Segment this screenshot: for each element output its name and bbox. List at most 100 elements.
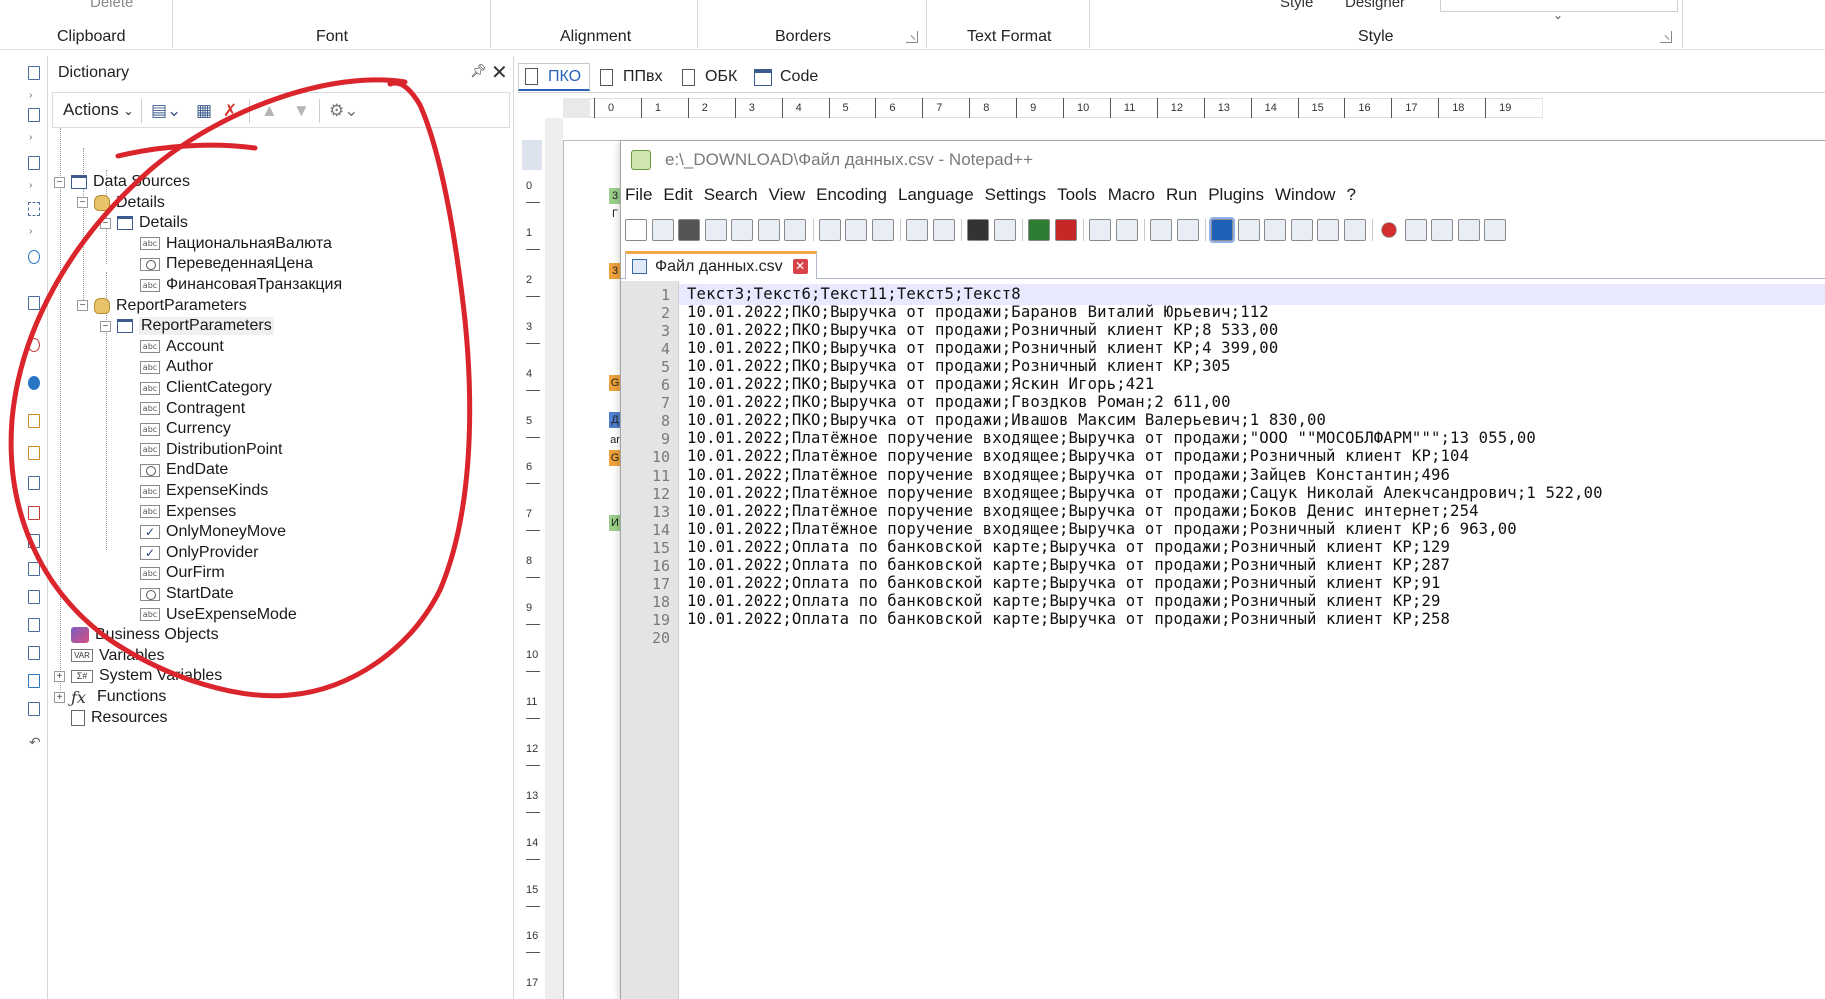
close-icon[interactable]: ✕ bbox=[792, 259, 808, 274]
toolbox-item-icon[interactable] bbox=[28, 534, 40, 548]
tree-node[interactable]: abc Expenses bbox=[140, 501, 236, 523]
menu-item[interactable]: File bbox=[625, 185, 652, 207]
close-icon[interactable]: ✕ bbox=[491, 60, 508, 85]
collapse-icon[interactable]: − bbox=[100, 320, 111, 332]
tree-node[interactable]: ✓ OnlyMoneyMove bbox=[140, 521, 286, 543]
barcode-icon[interactable] bbox=[28, 202, 40, 216]
chevron-right-icon[interactable]: › bbox=[29, 180, 32, 191]
print-icon[interactable] bbox=[784, 219, 806, 241]
tree-node[interactable]: ✓ OnlyProvider bbox=[140, 542, 258, 564]
all-chars-icon[interactable] bbox=[1176, 219, 1199, 241]
ribbon-delete-fragment[interactable]: Delete bbox=[90, 0, 133, 11]
tree-node[interactable]: ПереведеннаяЦена bbox=[140, 253, 313, 275]
tree-node[interactable]: − ReportParameters bbox=[100, 315, 274, 337]
tree-node[interactable]: abc OurFirm bbox=[140, 562, 225, 584]
play-macro-icon[interactable] bbox=[1431, 219, 1453, 241]
run-macro-multiple-icon[interactable] bbox=[1457, 219, 1480, 241]
tree-node[interactable]: EndDate bbox=[140, 459, 228, 481]
new-item-icon[interactable]: ▤⌄ bbox=[151, 101, 181, 121]
tree-node[interactable]: − Details bbox=[77, 192, 165, 214]
tree-node[interactable]: StartDate bbox=[140, 583, 234, 605]
menu-item[interactable]: Encoding bbox=[816, 185, 887, 207]
close-icon[interactable] bbox=[731, 219, 753, 241]
tree-node[interactable]: abc Account bbox=[140, 336, 224, 358]
close-all-icon[interactable] bbox=[757, 219, 780, 241]
tree-node[interactable]: abc ClientCategory bbox=[140, 377, 272, 399]
map-icon[interactable] bbox=[28, 376, 40, 390]
tree-node[interactable]: − Data Sources bbox=[54, 171, 190, 193]
menu-item[interactable]: View bbox=[769, 185, 806, 207]
collapse-icon[interactable]: − bbox=[100, 217, 111, 229]
menu-item[interactable]: Edit bbox=[663, 185, 692, 207]
toolbox-item-icon[interactable] bbox=[28, 296, 40, 310]
tree-node[interactable]: abc ФинансоваяТранзакция bbox=[140, 274, 342, 296]
tree-node[interactable]: Resources bbox=[71, 707, 167, 729]
code-line[interactable]: 10.01.2022;Оплата по банковской карте;Вы… bbox=[687, 609, 1450, 630]
tree-node[interactable]: + Σ# System Variables bbox=[54, 665, 222, 687]
function-list-icon[interactable] bbox=[1290, 219, 1313, 241]
gauge-icon[interactable] bbox=[28, 338, 40, 352]
menu-item[interactable]: Macro bbox=[1108, 185, 1155, 207]
ribbon-designer-fragment[interactable]: Designer bbox=[1345, 0, 1405, 11]
toolbox-item-icon[interactable] bbox=[28, 618, 40, 632]
edit-icon[interactable]: ▦ bbox=[196, 101, 212, 121]
chevron-right-icon[interactable]: › bbox=[29, 90, 32, 101]
save-all-icon[interactable] bbox=[704, 219, 727, 241]
move-down-icon[interactable]: ▼ bbox=[293, 101, 310, 121]
folder-workspace-icon[interactable] bbox=[1317, 219, 1339, 241]
tree-node[interactable]: − Details bbox=[100, 212, 188, 234]
tab-pko[interactable]: ПКО bbox=[518, 63, 591, 91]
toolbox-item-icon[interactable] bbox=[28, 156, 40, 170]
tree-node[interactable]: abc UseExpenseMode bbox=[140, 604, 297, 626]
toolbox-item-icon[interactable] bbox=[28, 446, 40, 460]
menu-item[interactable]: ? bbox=[1346, 185, 1355, 207]
collapse-icon[interactable]: − bbox=[54, 176, 65, 188]
tree-node[interactable]: − ReportParameters bbox=[77, 295, 247, 317]
dialog-launcher-icon[interactable] bbox=[906, 31, 918, 43]
pin-icon[interactable]: 📌︎ bbox=[470, 63, 487, 79]
tree-node[interactable]: abc Contragent bbox=[140, 398, 245, 420]
new-file-icon[interactable] bbox=[625, 219, 647, 241]
menu-item[interactable]: Settings bbox=[985, 185, 1046, 207]
collapse-icon[interactable]: − bbox=[77, 300, 88, 312]
replace-icon[interactable] bbox=[993, 219, 1016, 241]
tab-code[interactable]: Code bbox=[754, 63, 818, 91]
chevron-right-icon[interactable]: › bbox=[29, 132, 32, 143]
tree-node[interactable]: abc Currency bbox=[140, 418, 231, 440]
ribbon-style-fragment[interactable]: Style bbox=[1280, 0, 1313, 11]
chevron-down-icon[interactable]: ⌄ bbox=[1553, 8, 1563, 22]
undo-icon[interactable] bbox=[906, 219, 928, 241]
menu-item[interactable]: Window bbox=[1275, 185, 1335, 207]
toolbox-item-icon[interactable] bbox=[28, 590, 40, 604]
wrap-icon[interactable] bbox=[1150, 219, 1172, 241]
indent-guide-icon[interactable] bbox=[1209, 217, 1235, 243]
tree-node[interactable]: + ƒx Functions bbox=[54, 686, 166, 708]
stop-macro-icon[interactable] bbox=[1404, 219, 1427, 241]
zoom-in-icon[interactable] bbox=[1028, 219, 1050, 241]
file-tab[interactable]: Файл данных.csv ✕ bbox=[625, 251, 817, 279]
move-up-icon[interactable]: ▲ bbox=[261, 101, 278, 121]
tree-node[interactable]: abc НациональнаяВалюта bbox=[140, 233, 332, 255]
sync-h-icon[interactable] bbox=[1115, 219, 1138, 241]
collapse-icon[interactable]: − bbox=[77, 197, 88, 209]
tree-node[interactable]: abc Author bbox=[140, 356, 213, 378]
save-macro-icon[interactable] bbox=[1484, 219, 1506, 241]
menu-item[interactable]: Run bbox=[1166, 185, 1197, 207]
tab-obk[interactable]: ОБК bbox=[682, 63, 737, 91]
undo-arrow-icon[interactable]: ↶ bbox=[29, 734, 41, 751]
toolbox-item-icon[interactable] bbox=[28, 414, 40, 428]
delete-icon[interactable]: ✗ bbox=[223, 101, 237, 121]
sync-v-icon[interactable] bbox=[1089, 219, 1111, 241]
toolbox-item-icon[interactable] bbox=[28, 674, 40, 688]
find-icon[interactable] bbox=[967, 219, 989, 241]
actions-button[interactable]: Actions ⌄ bbox=[63, 100, 134, 120]
chevron-right-icon[interactable]: › bbox=[29, 226, 32, 237]
udl-icon[interactable] bbox=[1237, 219, 1260, 241]
menu-item[interactable]: Language bbox=[898, 185, 974, 207]
save-icon[interactable] bbox=[678, 219, 700, 241]
dialog-launcher-icon[interactable] bbox=[1660, 31, 1672, 43]
open-file-icon[interactable] bbox=[651, 219, 674, 241]
tab-ppvh[interactable]: ППвх bbox=[600, 63, 663, 91]
copy-icon[interactable] bbox=[845, 219, 867, 241]
expand-icon[interactable]: + bbox=[54, 670, 65, 682]
